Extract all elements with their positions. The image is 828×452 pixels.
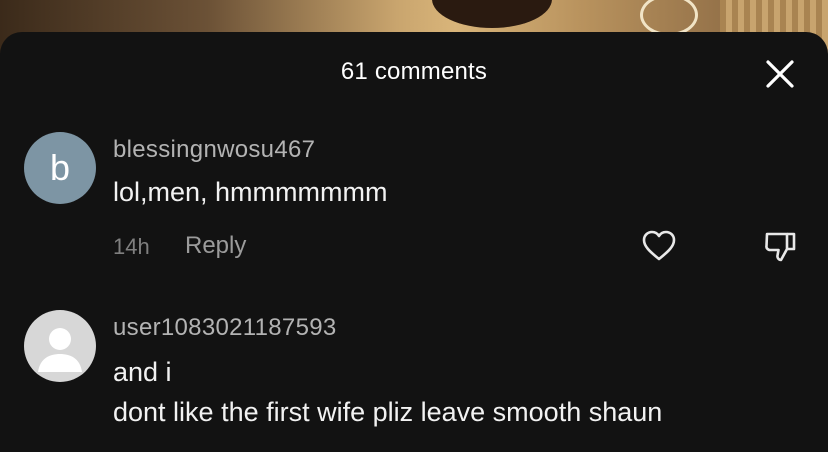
comment-text-line: and i bbox=[113, 357, 172, 387]
close-icon bbox=[766, 60, 794, 88]
close-button[interactable] bbox=[762, 56, 798, 92]
video-lamp bbox=[640, 0, 698, 36]
avatar[interactable]: b bbox=[24, 132, 96, 204]
comments-sheet: 61 comments b blessingnwosu467 lol,men, … bbox=[0, 32, 828, 452]
like-button[interactable] bbox=[639, 226, 679, 266]
avatar-letter: b bbox=[49, 147, 71, 188]
video-person-head bbox=[432, 0, 552, 28]
comment-timestamp: 14h bbox=[113, 234, 150, 259]
thumbs-down-icon bbox=[765, 232, 796, 262]
comment-username[interactable]: user1083021187593 bbox=[113, 314, 337, 342]
reply-button[interactable]: Reply bbox=[185, 232, 246, 260]
comment-username[interactable]: blessingnwosu467 bbox=[113, 136, 315, 164]
heart-icon bbox=[642, 230, 676, 261]
comment-text: lol,men, hmmmmmmm bbox=[113, 177, 388, 207]
default-avatar-icon bbox=[38, 328, 82, 372]
comments-count-title: 61 comments bbox=[340, 58, 488, 85]
avatar[interactable] bbox=[24, 310, 96, 382]
comment-text-line: dont like the first wife pliz leave smoo… bbox=[113, 397, 663, 427]
dislike-button[interactable] bbox=[760, 226, 800, 266]
